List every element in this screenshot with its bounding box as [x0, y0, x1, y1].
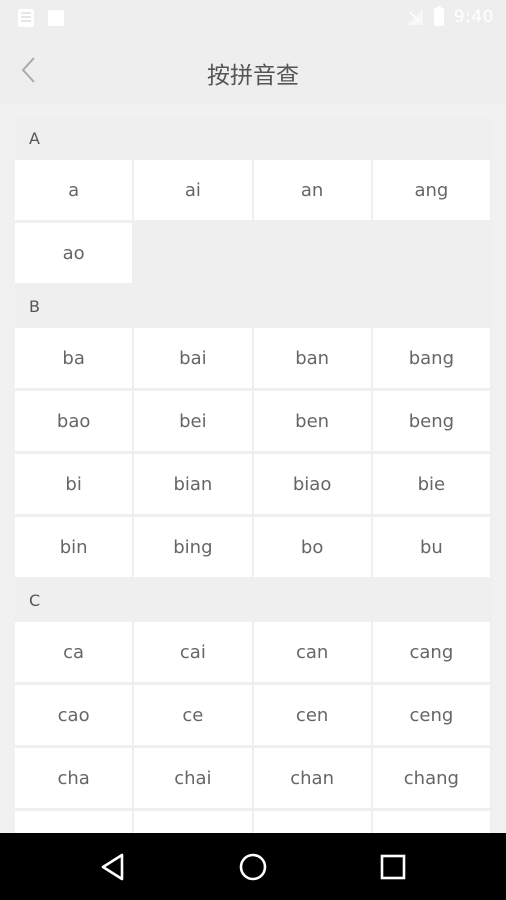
section-grid-c: ca cai can cang cao ce cen ceng cha chai… [15, 622, 492, 834]
section-header-a: A [15, 118, 492, 160]
pinyin-cell[interactable]: bai [134, 328, 252, 388]
pinyin-cell[interactable]: ai [134, 160, 252, 220]
nav-back-button[interactable] [98, 851, 130, 883]
pinyin-cell[interactable]: bang [372, 328, 490, 388]
pinyin-cell[interactable]: cao [15, 685, 133, 745]
pinyin-cell[interactable]: can [253, 622, 371, 682]
section-grid-b: ba bai ban bang bao bei ben beng bi bian… [15, 328, 492, 577]
system-icons: 9:40 [406, 6, 494, 27]
document-notification-icon [18, 9, 34, 27]
pinyin-cell[interactable]: bie [372, 454, 490, 514]
system-nav-bar [0, 833, 506, 900]
pinyin-cell[interactable]: cen [253, 685, 371, 745]
section-header-c: C [15, 580, 492, 622]
pinyin-cell[interactable] [134, 811, 252, 834]
pinyin-list[interactable]: A a ai an ang ao B ba bai ban bang bao b… [15, 118, 492, 834]
battery-icon [433, 6, 444, 26]
home-circle-icon [239, 853, 267, 881]
pinyin-cell[interactable]: ban [253, 328, 371, 388]
app-header: 按拼音查 [0, 36, 506, 104]
recents-square-icon [380, 854, 406, 880]
pinyin-cell[interactable]: bo [253, 517, 371, 577]
pinyin-cell[interactable]: bi [15, 454, 133, 514]
pinyin-cell[interactable]: chan [253, 748, 371, 808]
pinyin-cell[interactable]: bei [134, 391, 252, 451]
pinyin-cell[interactable]: bin [15, 517, 133, 577]
image-notification-icon [48, 10, 64, 26]
pinyin-cell[interactable] [253, 811, 371, 834]
pinyin-cell[interactable]: chai [134, 748, 252, 808]
pinyin-cell[interactable]: a [15, 160, 133, 220]
pinyin-cell[interactable]: bu [372, 517, 490, 577]
pinyin-cell[interactable]: beng [372, 391, 490, 451]
pinyin-cell[interactable]: an [253, 160, 371, 220]
pinyin-cell[interactable]: bian [134, 454, 252, 514]
pinyin-cell[interactable]: cai [134, 622, 252, 682]
pinyin-cell[interactable]: ce [134, 685, 252, 745]
section-header-b: B [15, 286, 492, 328]
pinyin-cell[interactable]: ca [15, 622, 133, 682]
pinyin-cell[interactable]: biao [253, 454, 371, 514]
pinyin-cell[interactable]: cang [372, 622, 490, 682]
pinyin-cell[interactable]: ceng [372, 685, 490, 745]
status-bar: 9:40 [0, 0, 506, 36]
pinyin-cell[interactable]: bao [15, 391, 133, 451]
pinyin-cell[interactable]: ba [15, 328, 133, 388]
nav-home-button[interactable] [237, 851, 269, 883]
pinyin-cell[interactable]: bing [134, 517, 252, 577]
back-triangle-icon [101, 853, 124, 881]
notification-icons [18, 9, 64, 27]
pinyin-cell[interactable]: ben [253, 391, 371, 451]
pinyin-cell[interactable]: ang [372, 160, 490, 220]
status-time: 9:40 [453, 7, 494, 27]
pinyin-cell[interactable] [372, 811, 490, 834]
pinyin-cell[interactable] [15, 811, 133, 834]
signal-icon [406, 9, 423, 25]
page-title: 按拼音查 [207, 63, 299, 89]
nav-recents-button[interactable] [377, 851, 409, 883]
pinyin-cell[interactable]: ao [15, 223, 133, 283]
pinyin-cell[interactable]: cha [15, 748, 133, 808]
section-grid-a: a ai an ang ao [15, 160, 492, 283]
pinyin-cell[interactable]: chang [372, 748, 490, 808]
